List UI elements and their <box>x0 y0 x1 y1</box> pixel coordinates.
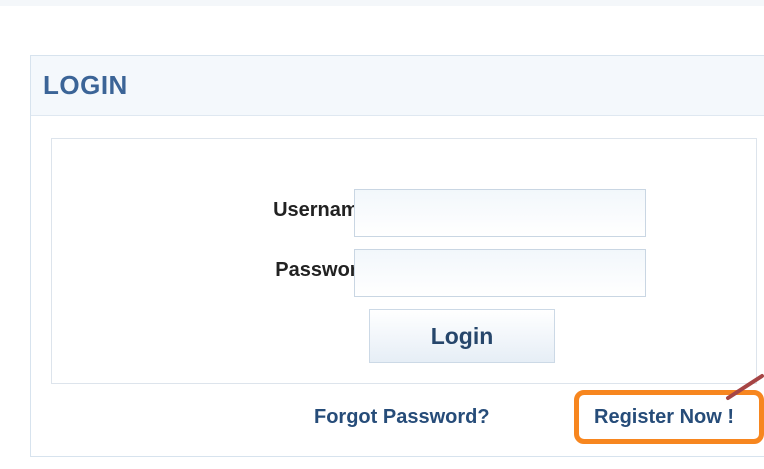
username-input[interactable] <box>354 189 646 237</box>
password-input[interactable] <box>354 249 646 297</box>
pointer-arrow-icon <box>726 374 764 400</box>
top-band <box>0 0 764 6</box>
login-form: Username : Password : Login <box>51 138 757 384</box>
panel-header: LOGIN <box>31 56 764 116</box>
login-page: LOGIN Username : Password : Login Forgot… <box>0 0 764 469</box>
login-panel: LOGIN Username : Password : Login Forgot… <box>30 55 764 457</box>
register-now-link[interactable]: Register Now ! <box>594 406 734 429</box>
page-title: LOGIN <box>43 70 128 100</box>
login-button[interactable]: Login <box>369 309 555 363</box>
forgot-password-link[interactable]: Forgot Password? <box>314 406 490 429</box>
